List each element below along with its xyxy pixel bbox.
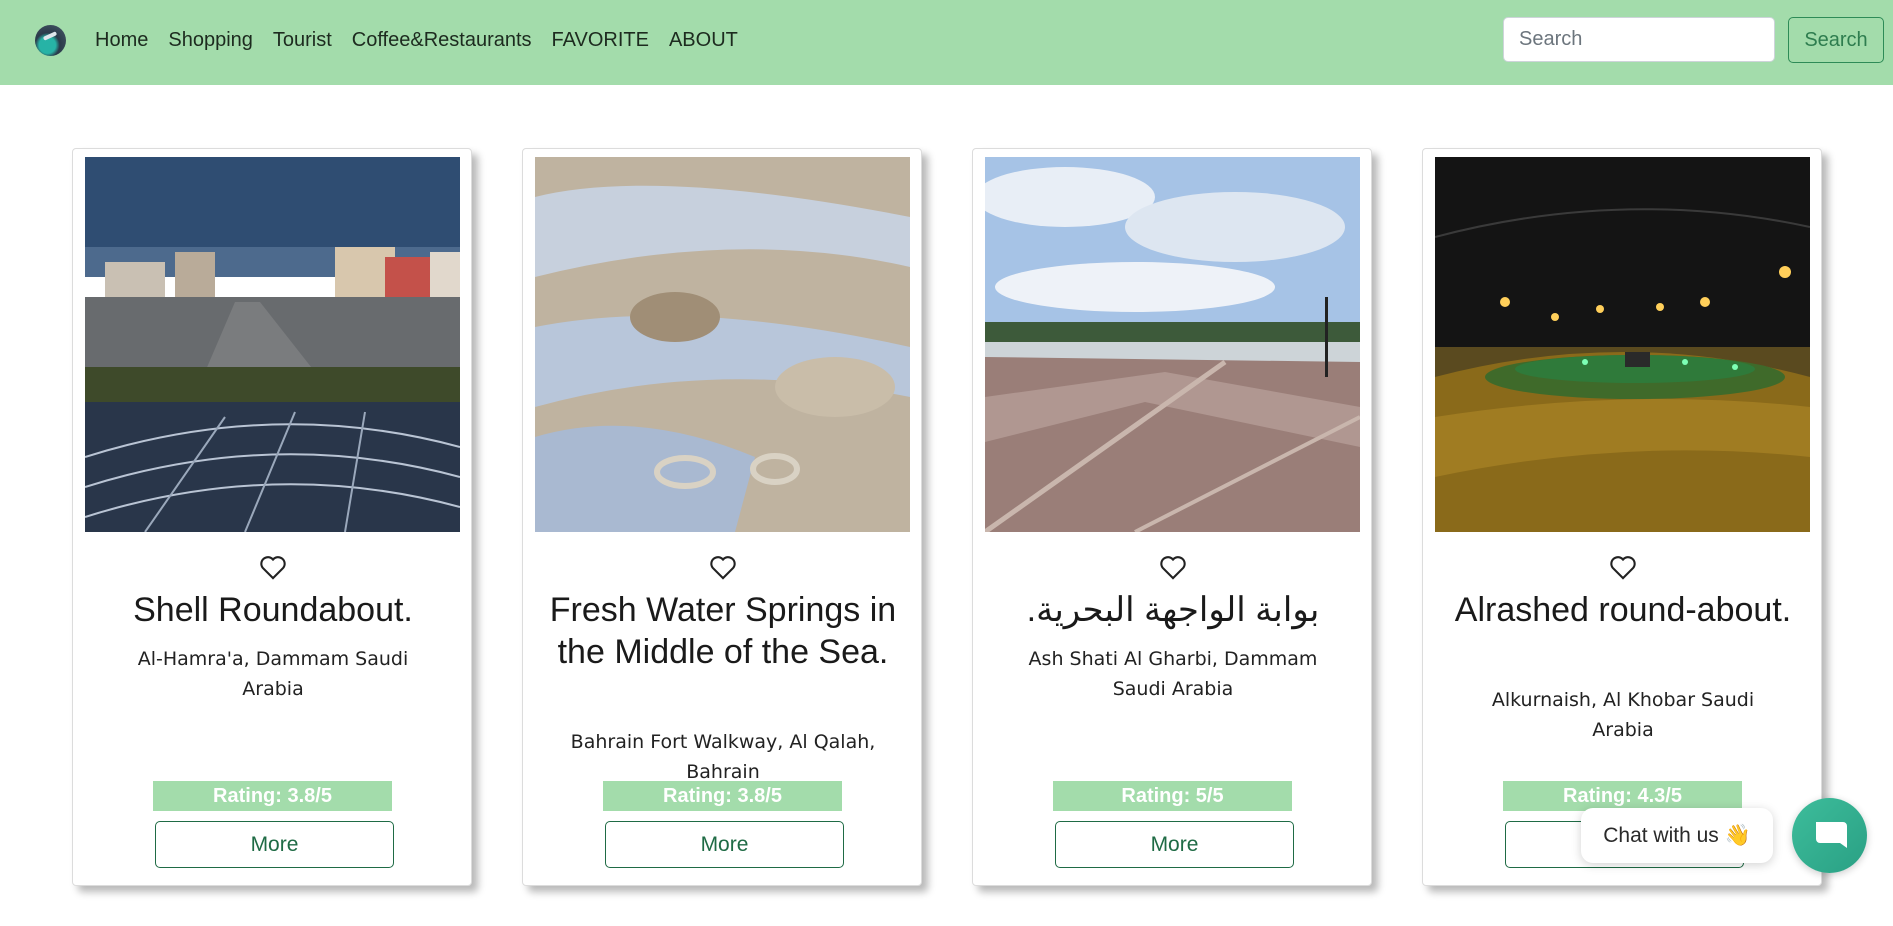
place-photo-1[interactable] [85, 157, 460, 532]
place-card-3: بوابة الواجهة البحرية. Ash Shati Al Ghar… [972, 148, 1372, 886]
more-button[interactable]: More [1055, 821, 1294, 868]
heart-icon[interactable] [709, 554, 737, 580]
more-button[interactable]: More [155, 821, 394, 868]
rating-badge: Rating: 5/5 [1053, 781, 1292, 811]
rating-badge: Rating: 3.8/5 [603, 781, 842, 811]
nav-link-home[interactable]: Home [95, 29, 148, 52]
nav-link-favorite[interactable]: FAVORITE [552, 29, 649, 52]
nav-link-tourist[interactable]: Tourist [273, 29, 332, 52]
search-button[interactable]: Search [1788, 17, 1884, 63]
place-photo-4[interactable] [1435, 157, 1810, 532]
place-location: Alkurnaish, Al Khobar Saudi Arabia [1491, 689, 1755, 741]
more-button[interactable]: More [605, 821, 844, 868]
heart-icon[interactable] [1609, 554, 1637, 580]
nav-link-coffee-restaurants[interactable]: Coffee&Restaurants [352, 29, 532, 52]
place-photo-3[interactable] [985, 157, 1360, 532]
place-title: بوابة الواجهة البحرية. [1026, 591, 1320, 629]
nav-link-about[interactable]: ABOUT [669, 29, 738, 52]
rating-badge: Rating: 3.8/5 [153, 781, 392, 811]
place-location: Bahrain Fort Walkway, Al Qalah, Bahrain [570, 731, 876, 783]
chat-bubble-icon [1816, 822, 1847, 848]
search-input[interactable] [1503, 17, 1775, 62]
nav-link-shopping[interactable]: Shopping [168, 29, 253, 52]
chat-prompt[interactable]: Chat with us 👋 [1581, 808, 1773, 863]
heart-icon[interactable] [1159, 554, 1187, 580]
globe-plane-icon[interactable] [35, 25, 66, 56]
rating-badge: Rating: 4.3/5 [1503, 781, 1742, 811]
place-location: Al-Hamra'a, Dammam Saudi Arabia [137, 648, 409, 700]
navbar: Home Shopping Tourist Coffee&Restaurants… [0, 0, 1893, 85]
place-title: Fresh Water Springs in the Middle of the… [549, 591, 897, 671]
place-card-4: Alrashed round-about. Alkurnaish, Al Kho… [1422, 148, 1822, 886]
place-title: Shell Roundabout. [133, 591, 413, 629]
place-location: Ash Shati Al Gharbi, Dammam Saudi Arabia [1028, 648, 1318, 700]
place-title: Alrashed round-about. [1454, 591, 1792, 629]
heart-icon[interactable] [259, 554, 287, 580]
place-card-1: Shell Roundabout. Al-Hamra'a, Dammam Sau… [72, 148, 472, 886]
place-photo-2[interactable] [535, 157, 910, 532]
nav-links: Home Shopping Tourist Coffee&Restaurants… [95, 0, 758, 80]
place-card-2: Fresh Water Springs in the Middle of the… [522, 148, 922, 886]
chat-launcher-button[interactable] [1792, 798, 1867, 873]
